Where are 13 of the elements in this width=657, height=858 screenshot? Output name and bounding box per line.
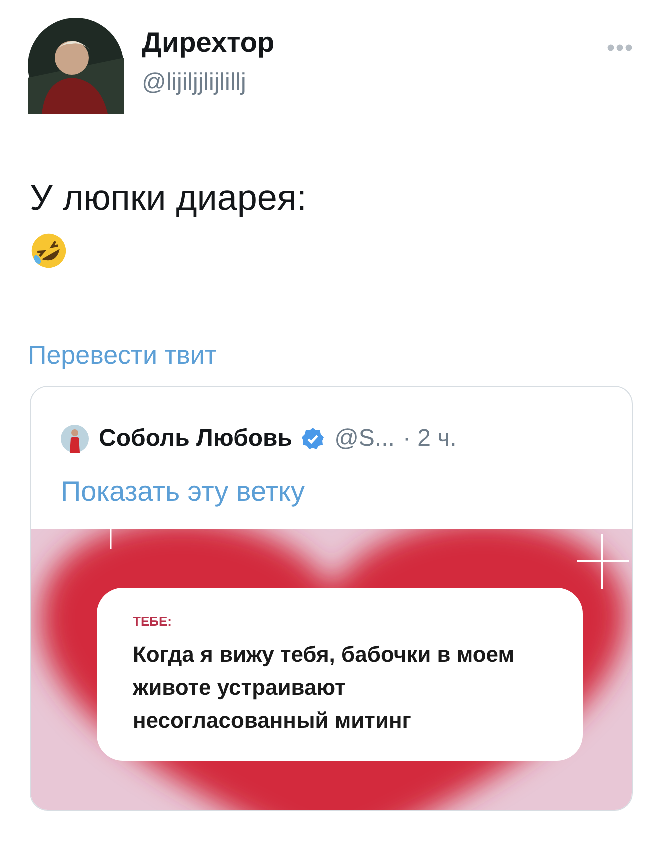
timestamp: · 2 ч.	[402, 425, 457, 453]
bubble-message: Когда я вижу тебя, бабочки в моем животе устраивают несогласованный митинг	[133, 641, 516, 735]
bubble-label: ТЕБЕ:	[133, 614, 173, 630]
show-thread-link[interactable]: Показать эту ветку	[31, 453, 632, 509]
author-handle: @S...	[334, 425, 395, 453]
avatar-icon[interactable]	[28, 18, 124, 114]
quoted-tweet-card[interactable]: Соболь Любовь @S... · 2 ч. Показать эту ветку ТЕБЕ: Когда я вижу тебя, бабочки в моем животе устраивают несогласованный митинг	[30, 386, 633, 811]
translate-link[interactable]: Перевести твит	[28, 340, 217, 370]
author-name: Соболь Любовь	[99, 425, 293, 453]
author-name: Дирехтор	[142, 26, 276, 60]
author-handle: @lijiljjlijlillj	[142, 68, 248, 98]
tweet-text: У люпки диарея:	[30, 176, 308, 220]
laughing-emoji-icon	[30, 232, 68, 270]
